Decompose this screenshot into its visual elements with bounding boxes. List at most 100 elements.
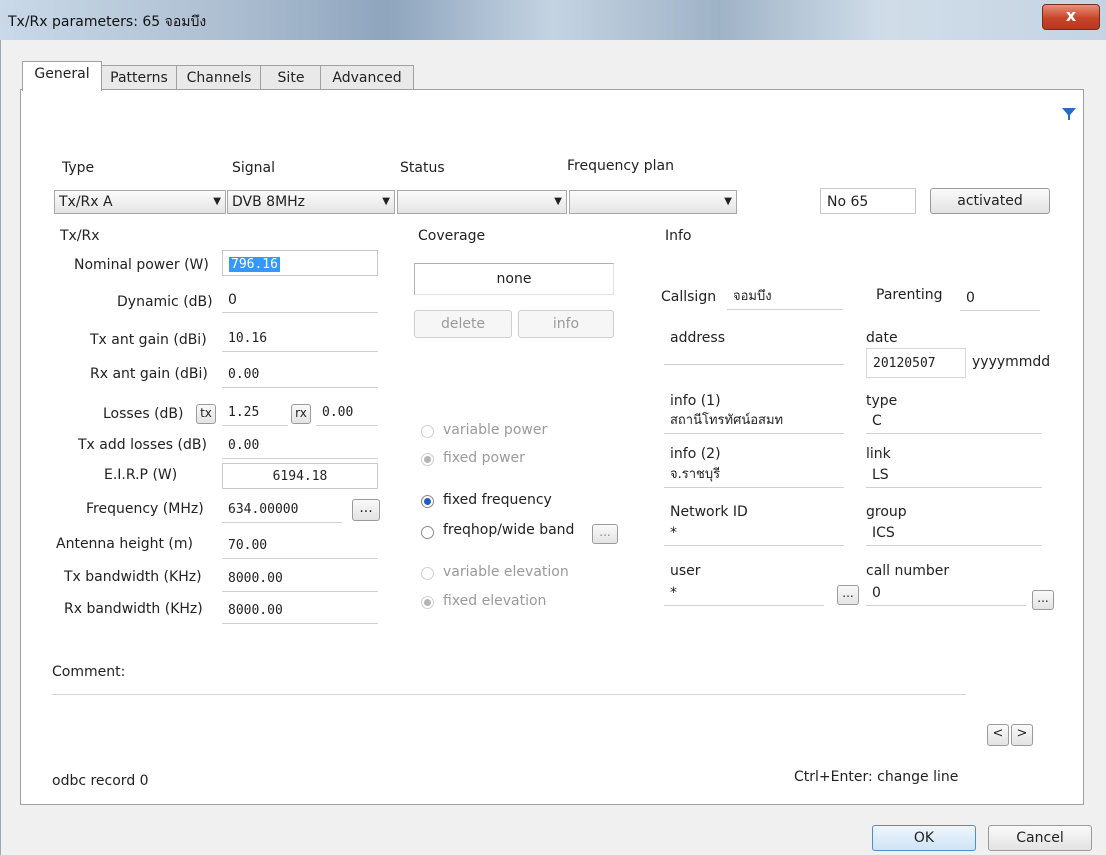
rx-bandwidth-label: Rx bandwidth (KHz): [64, 601, 203, 617]
coverage-info-button[interactable]: info: [518, 310, 614, 338]
user-more-button[interactable]: ...: [837, 585, 859, 605]
tab-patterns[interactable]: Patterns: [100, 65, 178, 90]
cancel-button[interactable]: Cancel: [988, 825, 1092, 851]
nominal-power-label: Nominal power (W): [74, 257, 209, 273]
rx-gain-input[interactable]: 0.00: [222, 362, 378, 388]
date-input[interactable]: 20120507: [866, 348, 966, 378]
address-input[interactable]: [664, 343, 844, 365]
tx-add-losses-input[interactable]: 0.00: [222, 433, 378, 459]
variable-elevation-label: variable elevation: [443, 564, 569, 580]
fixed-frequency-radio[interactable]: [421, 495, 434, 508]
comment-input[interactable]: [52, 688, 966, 695]
info1-input[interactable]: สถานีโทรทัศน์อสมท: [664, 408, 844, 434]
info-section-label: Info: [665, 228, 692, 244]
close-button[interactable]: x: [1042, 4, 1100, 30]
frequency-input[interactable]: 634.00000: [222, 497, 342, 523]
frequency-more-button[interactable]: ...: [352, 499, 380, 521]
fixed-elevation-label: fixed elevation: [443, 593, 547, 609]
type-select-value: Tx/Rx A: [59, 194, 113, 210]
tab-advanced[interactable]: Advanced: [320, 65, 414, 90]
tab-site[interactable]: Site: [260, 65, 322, 90]
fixed-frequency-label: fixed frequency: [443, 492, 552, 508]
network-id-label: Network ID: [670, 504, 748, 520]
frequency-plan-select[interactable]: ▼: [569, 190, 737, 214]
rx-losses-button[interactable]: rx: [291, 404, 311, 424]
chevron-down-icon: ▼: [213, 196, 221, 207]
tx-losses-button[interactable]: tx: [196, 404, 216, 424]
comment-label: Comment:: [52, 664, 126, 680]
chevron-down-icon: ▼: [724, 196, 732, 207]
rx-gain-label: Rx ant gain (dBi): [90, 366, 208, 382]
network-id-input[interactable]: *: [664, 520, 844, 546]
parenting-input[interactable]: 0: [960, 285, 1040, 311]
antenna-height-label: Antenna height (m): [56, 536, 193, 552]
fixed-power-label: fixed power: [443, 450, 525, 466]
record-number: No 65: [820, 188, 916, 214]
freqhop-label: freqhop/wide band: [443, 522, 575, 538]
callsign-input[interactable]: จอมบึง: [727, 284, 843, 310]
info2-input[interactable]: จ.ราชบุรี: [664, 462, 844, 488]
group-input[interactable]: ICS: [866, 520, 1042, 546]
tx-bandwidth-input[interactable]: 8000.00: [222, 566, 378, 592]
date-format-label: yyyymmdd: [972, 354, 1051, 370]
dynamic-input[interactable]: 0: [222, 287, 378, 313]
odbc-record-status: odbc record 0: [52, 773, 149, 789]
call-number-more-button[interactable]: ...: [1032, 590, 1054, 610]
tx-gain-input[interactable]: 10.16: [222, 326, 378, 352]
link-input[interactable]: LS: [866, 462, 1042, 488]
shortcut-hint: Ctrl+Enter: change line: [794, 769, 959, 785]
type-info-label: type: [866, 393, 898, 409]
filter-icon[interactable]: [1062, 107, 1076, 121]
rx-losses-input[interactable]: 0.00: [316, 400, 378, 426]
call-number-label: call number: [866, 563, 950, 579]
type-info-input[interactable]: C: [866, 408, 1042, 434]
variable-power-radio[interactable]: [421, 425, 434, 438]
eirp-label: E.I.R.P (W): [104, 467, 178, 483]
tx-gain-label: Tx ant gain (dBi): [90, 332, 207, 348]
chevron-down-icon: ▼: [382, 196, 390, 207]
fixed-elevation-radio[interactable]: [421, 596, 434, 609]
type-label: Type: [62, 160, 95, 176]
previous-record-button[interactable]: <: [987, 724, 1009, 746]
next-record-button[interactable]: >: [1011, 724, 1033, 746]
group-label: group: [866, 504, 907, 520]
info1-label: info (1): [670, 393, 721, 409]
activated-button[interactable]: activated: [930, 188, 1050, 214]
dynamic-label: Dynamic (dB): [117, 294, 213, 310]
coverage-delete-button[interactable]: delete: [414, 310, 512, 338]
tab-general[interactable]: General: [22, 61, 102, 91]
freqhop-radio[interactable]: [421, 526, 434, 539]
chevron-down-icon: ▼: [554, 196, 562, 207]
tx-losses-input[interactable]: 1.25: [222, 400, 288, 426]
ok-button[interactable]: OK: [872, 825, 976, 851]
signal-select[interactable]: DVB 8MHz ▼: [227, 190, 395, 214]
parenting-label: Parenting: [876, 287, 943, 303]
variable-elevation-radio[interactable]: [421, 567, 434, 580]
tx-bandwidth-label: Tx bandwidth (KHz): [64, 569, 202, 585]
freqhop-more-button[interactable]: ...: [592, 524, 618, 544]
frequency-label: Frequency (MHz): [86, 501, 204, 517]
variable-power-label: variable power: [443, 422, 548, 438]
tx-add-losses-label: Tx add losses (dB): [78, 437, 207, 453]
type-select[interactable]: Tx/Rx A ▼: [54, 190, 226, 214]
link-label: link: [866, 446, 891, 462]
signal-label: Signal: [232, 160, 276, 176]
status-select[interactable]: ▼: [397, 190, 567, 214]
losses-label: Losses (dB): [103, 406, 184, 422]
eirp-value: 6194.18: [222, 463, 378, 489]
user-input[interactable]: *: [664, 580, 824, 606]
call-number-input[interactable]: 0: [866, 580, 1026, 606]
nominal-power-input[interactable]: 796.16: [222, 250, 378, 276]
date-label: date: [866, 330, 898, 346]
rx-bandwidth-input[interactable]: 8000.00: [222, 598, 378, 624]
antenna-height-input[interactable]: 70.00: [222, 533, 378, 559]
tab-channels[interactable]: Channels: [176, 65, 262, 90]
status-label: Status: [400, 160, 445, 176]
nominal-power-value: 796.16: [229, 257, 280, 272]
txrx-section-label: Tx/Rx: [60, 228, 100, 244]
fixed-power-radio[interactable]: [421, 453, 434, 466]
user-label: user: [670, 563, 701, 579]
coverage-label: Coverage: [418, 228, 486, 244]
frequency-plan-label: Frequency plan: [567, 158, 675, 174]
callsign-label: Callsign: [661, 289, 717, 305]
